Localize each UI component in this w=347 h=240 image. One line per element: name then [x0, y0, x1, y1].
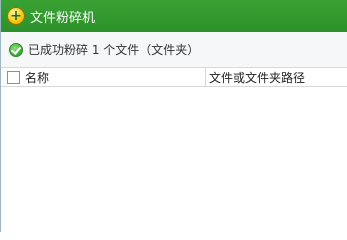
file-list-header: 名称 文件或文件夹路径 [1, 67, 347, 87]
status-text: 已成功粉碎 1 个文件（文件夹） [28, 43, 200, 57]
column-header-name-label: 名称 [25, 70, 50, 85]
window-title: 文件粉碎机 [30, 10, 96, 26]
column-header-path[interactable]: 文件或文件夹路径 [206, 68, 347, 86]
success-check-icon [9, 42, 23, 57]
file-shredder-window: + 文件粉碎机 已成功粉碎 1 个文件（文件夹） 名称 文件或文件夹路径 [0, 0, 347, 232]
column-header-path-label: 文件或文件夹路径 [209, 70, 306, 85]
file-list-body[interactable] [1, 87, 347, 232]
column-header-name[interactable]: 名称 [1, 68, 206, 86]
shredder-app-icon: + [7, 7, 25, 25]
status-message: 已成功粉碎 1 个文件（文件夹） [1, 32, 347, 67]
title-bar[interactable]: + 文件粉碎机 [1, 0, 347, 32]
select-all-checkbox[interactable] [7, 70, 20, 84]
